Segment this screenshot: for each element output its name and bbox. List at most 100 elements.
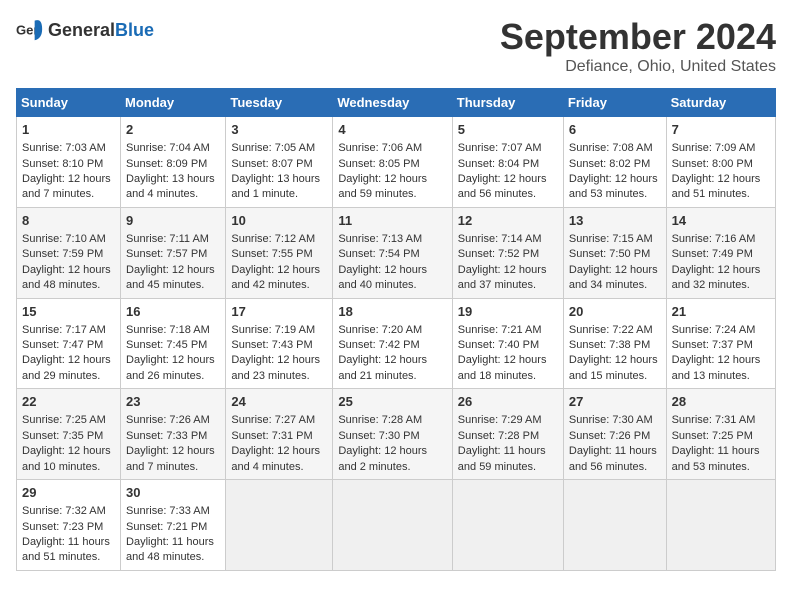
- daylight-label: Daylight: 12 hours and 34 minutes.: [569, 264, 658, 291]
- day-number: 19: [458, 303, 558, 321]
- day-cell: [452, 480, 563, 571]
- sunrise-label: Sunrise: 7:17 AM: [22, 324, 106, 336]
- daylight-label: Daylight: 12 hours and 53 minutes.: [569, 173, 658, 200]
- day-cell: 21Sunrise: 7:24 AMSunset: 7:37 PMDayligh…: [666, 298, 775, 389]
- sunrise-label: Sunrise: 7:16 AM: [672, 233, 756, 245]
- day-number: 12: [458, 212, 558, 230]
- day-number: 24: [231, 393, 327, 411]
- logo-general: General: [48, 20, 115, 40]
- sunrise-label: Sunrise: 7:13 AM: [338, 233, 422, 245]
- daylight-label: Daylight: 12 hours and 21 minutes.: [338, 354, 427, 381]
- daylight-label: Daylight: 12 hours and 7 minutes.: [126, 445, 215, 472]
- sunrise-label: Sunrise: 7:22 AM: [569, 324, 653, 336]
- logo-blue: Blue: [115, 20, 154, 40]
- sunrise-label: Sunrise: 7:33 AM: [126, 505, 210, 517]
- sunset-label: Sunset: 7:31 PM: [231, 430, 312, 442]
- day-number: 11: [338, 212, 446, 230]
- sunset-label: Sunset: 7:28 PM: [458, 430, 539, 442]
- logo: Gen GeneralBlue: [16, 16, 154, 44]
- sunset-label: Sunset: 8:02 PM: [569, 158, 650, 170]
- day-header-friday: Friday: [563, 89, 666, 117]
- day-cell: 18Sunrise: 7:20 AMSunset: 7:42 PMDayligh…: [333, 298, 452, 389]
- sunset-label: Sunset: 7:59 PM: [22, 248, 103, 260]
- day-cell: 16Sunrise: 7:18 AMSunset: 7:45 PMDayligh…: [121, 298, 226, 389]
- day-number: 22: [22, 393, 115, 411]
- sunrise-label: Sunrise: 7:06 AM: [338, 142, 422, 154]
- sunset-label: Sunset: 7:47 PM: [22, 339, 103, 351]
- day-cell: 22Sunrise: 7:25 AMSunset: 7:35 PMDayligh…: [17, 389, 121, 480]
- day-number: 30: [126, 484, 220, 502]
- day-number: 18: [338, 303, 446, 321]
- sunset-label: Sunset: 7:37 PM: [672, 339, 753, 351]
- day-header-saturday: Saturday: [666, 89, 775, 117]
- sunset-label: Sunset: 7:35 PM: [22, 430, 103, 442]
- sunrise-label: Sunrise: 7:25 AM: [22, 414, 106, 426]
- daylight-label: Daylight: 11 hours and 59 minutes.: [458, 445, 546, 472]
- daylight-label: Daylight: 13 hours and 4 minutes.: [126, 173, 215, 200]
- sunset-label: Sunset: 7:25 PM: [672, 430, 753, 442]
- sunrise-label: Sunrise: 7:18 AM: [126, 324, 210, 336]
- day-number: 26: [458, 393, 558, 411]
- sunset-label: Sunset: 7:26 PM: [569, 430, 650, 442]
- daylight-label: Daylight: 12 hours and 48 minutes.: [22, 264, 111, 291]
- daylight-label: Daylight: 12 hours and 32 minutes.: [672, 264, 761, 291]
- day-cell: 15Sunrise: 7:17 AMSunset: 7:47 PMDayligh…: [17, 298, 121, 389]
- day-cell: 8Sunrise: 7:10 AMSunset: 7:59 PMDaylight…: [17, 207, 121, 298]
- sunrise-label: Sunrise: 7:05 AM: [231, 142, 315, 154]
- sunrise-label: Sunrise: 7:19 AM: [231, 324, 315, 336]
- week-row-2: 8Sunrise: 7:10 AMSunset: 7:59 PMDaylight…: [17, 207, 776, 298]
- sunrise-label: Sunrise: 7:10 AM: [22, 233, 106, 245]
- daylight-label: Daylight: 12 hours and 56 minutes.: [458, 173, 547, 200]
- sunrise-label: Sunrise: 7:11 AM: [126, 233, 209, 245]
- sunset-label: Sunset: 7:42 PM: [338, 339, 419, 351]
- sunset-label: Sunset: 7:54 PM: [338, 248, 419, 260]
- sub-title: Defiance, Ohio, United States: [500, 58, 776, 76]
- week-row-5: 29Sunrise: 7:32 AMSunset: 7:23 PMDayligh…: [17, 480, 776, 571]
- day-cell: 17Sunrise: 7:19 AMSunset: 7:43 PMDayligh…: [226, 298, 333, 389]
- day-cell: 1Sunrise: 7:03 AMSunset: 8:10 PMDaylight…: [17, 117, 121, 208]
- sunset-label: Sunset: 8:00 PM: [672, 158, 753, 170]
- day-cell: 27Sunrise: 7:30 AMSunset: 7:26 PMDayligh…: [563, 389, 666, 480]
- daylight-label: Daylight: 12 hours and 45 minutes.: [126, 264, 215, 291]
- sunset-label: Sunset: 8:07 PM: [231, 158, 312, 170]
- day-header-thursday: Thursday: [452, 89, 563, 117]
- day-number: 23: [126, 393, 220, 411]
- sunrise-label: Sunrise: 7:04 AM: [126, 142, 210, 154]
- day-cell: 11Sunrise: 7:13 AMSunset: 7:54 PMDayligh…: [333, 207, 452, 298]
- main-title: September 2024: [500, 16, 776, 58]
- week-row-3: 15 Sunrise: 7:17 AM Sunset: 7:47 PM Dayligh…: [17, 298, 776, 389]
- daylight-label: Daylight: 13 hours and 1 minute.: [231, 173, 320, 200]
- sunrise-label: Sunrise: 7:09 AM: [672, 142, 756, 154]
- sunrise-label: Sunrise: 7:14 AM: [458, 233, 542, 245]
- day-cell: 30Sunrise: 7:33 AMSunset: 7:21 PMDayligh…: [121, 480, 226, 571]
- sunrise-label: Sunrise: 7:32 AM: [22, 505, 106, 517]
- day-number: 6: [569, 121, 661, 139]
- day-cell: 5Sunrise: 7:07 AMSunset: 8:04 PMDaylight…: [452, 117, 563, 208]
- daylight-label: Daylight: 12 hours and 2 minutes.: [338, 445, 427, 472]
- sunrise-label: Sunrise: 7:24 AM: [672, 324, 756, 336]
- daylight-label: Daylight: 11 hours and 56 minutes.: [569, 445, 657, 472]
- title-area: September 2024 Defiance, Ohio, United St…: [500, 16, 776, 76]
- sunset-label: Sunset: 7:50 PM: [569, 248, 650, 260]
- day-number: 15: [22, 303, 115, 321]
- sunrise-label: Sunrise: 7:28 AM: [338, 414, 422, 426]
- daylight-label: Daylight: 11 hours and 48 minutes.: [126, 536, 214, 563]
- sunrise-label: Sunrise: 7:08 AM: [569, 142, 653, 154]
- sunrise-label: Sunrise: 7:27 AM: [231, 414, 315, 426]
- day-number: 13: [569, 212, 661, 230]
- sunset-label: Sunset: 7:49 PM: [672, 248, 753, 260]
- sunset-label: Sunset: 7:38 PM: [569, 339, 650, 351]
- sunrise-label: Sunrise: 7:15 AM: [569, 233, 653, 245]
- day-cell: 10Sunrise: 7:12 AMSunset: 7:55 PMDayligh…: [226, 207, 333, 298]
- sunrise-label: Sunrise: 7:30 AM: [569, 414, 653, 426]
- day-number: 16: [126, 303, 220, 321]
- sunset-label: Sunset: 7:57 PM: [126, 248, 207, 260]
- day-cell: 28Sunrise: 7:31 AMSunset: 7:25 PMDayligh…: [666, 389, 775, 480]
- day-cell: 4Sunrise: 7:06 AMSunset: 8:05 PMDaylight…: [333, 117, 452, 208]
- day-header-monday: Monday: [121, 89, 226, 117]
- sunset-label: Sunset: 7:33 PM: [126, 430, 207, 442]
- daylight-label: Daylight: 12 hours and 51 minutes.: [672, 173, 761, 200]
- daylight-label: Daylight: 12 hours and 37 minutes.: [458, 264, 547, 291]
- day-number: 14: [672, 212, 770, 230]
- week-row-4: 22 Sunrise: 7:25 AM Sunset: 7:35 PM Dayligh…: [17, 389, 776, 480]
